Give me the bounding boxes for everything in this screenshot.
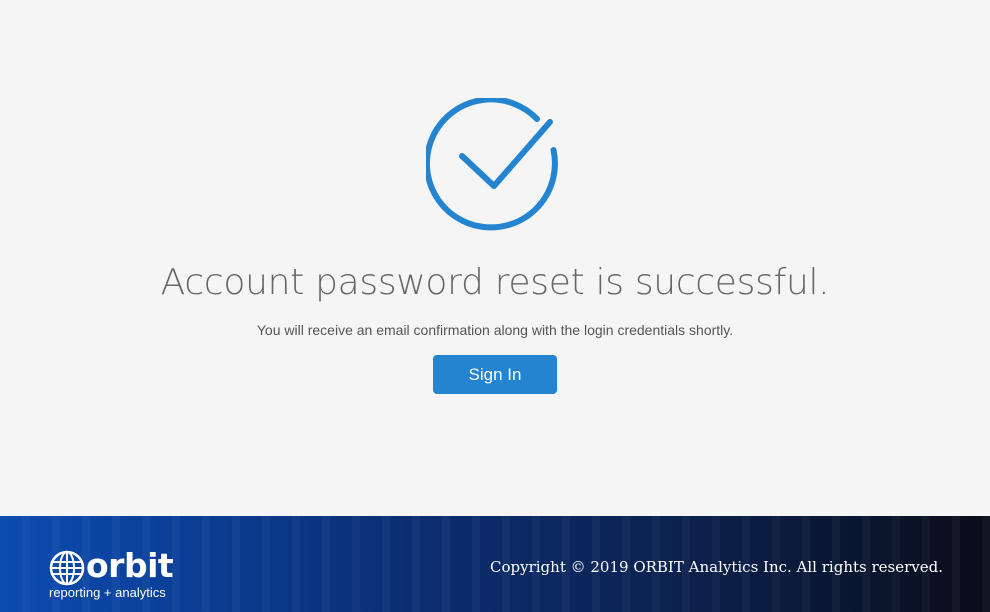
copyright-text: Copyright © 2019 ORBIT Analytics Inc. Al… bbox=[490, 558, 943, 576]
confirmation-message: You will receive an email confirmation a… bbox=[256, 322, 734, 338]
logo-wordmark: orbit bbox=[86, 546, 174, 585]
orbit-logo: orbit reporting + analytics bbox=[49, 546, 189, 602]
sign-in-button[interactable]: Sign In bbox=[433, 355, 557, 394]
globe-icon bbox=[49, 550, 85, 586]
check-circle-icon bbox=[423, 96, 566, 238]
page-title: Account password reset is successful. bbox=[160, 262, 830, 303]
main-panel: Account password reset is successful. Yo… bbox=[0, 0, 990, 516]
logo-tagline: reporting + analytics bbox=[49, 585, 166, 600]
footer: orbit reporting + analytics Copyright © … bbox=[0, 516, 990, 612]
